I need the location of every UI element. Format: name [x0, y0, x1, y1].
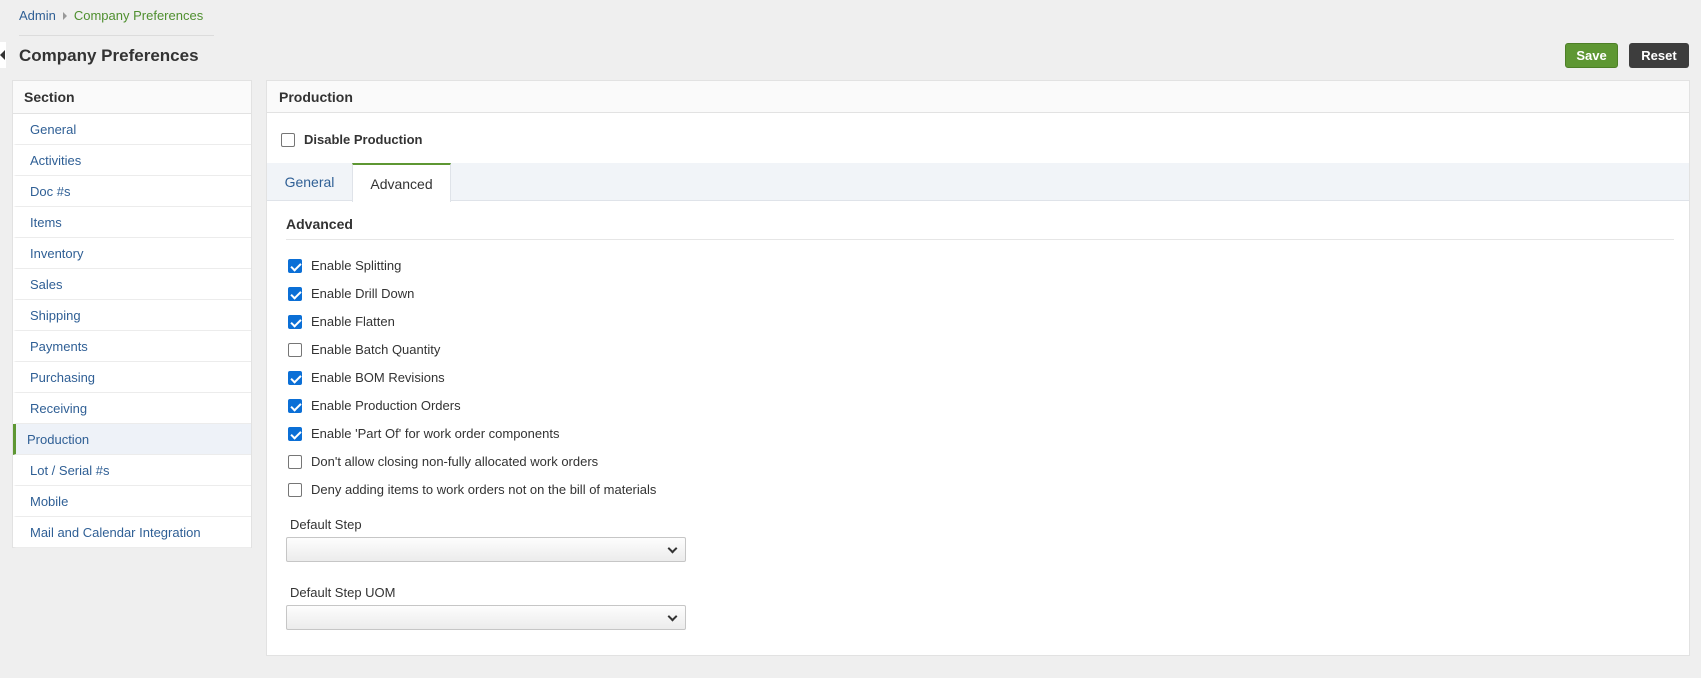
sidebar-item-mail-calendar[interactable]: Mail and Calendar Integration	[13, 517, 251, 548]
disable-production-label: Disable Production	[304, 132, 423, 147]
option-row: Enable Drill Down	[288, 286, 414, 301]
tab-bar: General Advanced	[267, 163, 1689, 202]
sidebar-item-sales[interactable]: Sales	[13, 269, 251, 300]
enable-production-orders-checkbox[interactable]	[288, 398, 302, 413]
breadcrumb-current: Company Preferences	[73, 8, 204, 23]
option-label: Enable Batch Quantity	[311, 342, 441, 357]
disallow-closing-unallocated-checkbox[interactable]	[288, 454, 302, 469]
enable-flatten-checkbox[interactable]	[288, 314, 302, 329]
option-row: Enable Batch Quantity	[288, 342, 440, 357]
section-sidebar: Section General Activities Doc #s Items …	[12, 80, 252, 548]
option-row: Enable Flatten	[288, 314, 395, 329]
option-label: Enable Splitting	[311, 258, 402, 273]
breadcrumb-admin-link[interactable]: Admin	[19, 8, 56, 23]
default-step-label: Default Step	[290, 517, 362, 532]
sidebar-item-shipping[interactable]: Shipping	[13, 300, 251, 331]
sidebar-item-activities[interactable]: Activities	[13, 145, 251, 176]
production-panel: Production Disable Production General Ad…	[266, 80, 1690, 656]
option-label: Enable Production Orders	[311, 398, 461, 413]
option-label: Enable 'Part Of' for work order componen…	[311, 426, 560, 441]
page-title: Company Preferences	[19, 46, 199, 65]
option-row: Deny adding items to work orders not on …	[288, 482, 656, 497]
sidebar-item-receiving[interactable]: Receiving	[13, 393, 251, 424]
reset-button[interactable]: Reset	[1629, 43, 1689, 68]
advanced-section-title: Advanced	[286, 216, 353, 232]
breadcrumb-separator-icon	[62, 11, 67, 20]
enable-batch-quantity-checkbox[interactable]	[288, 342, 302, 357]
chevron-left-icon	[0, 50, 5, 60]
disable-production-row: Disable Production	[281, 132, 422, 147]
tab-general[interactable]: General	[267, 163, 352, 201]
option-label: Deny adding items to work orders not on …	[311, 482, 657, 497]
option-label: Enable Flatten	[311, 314, 395, 329]
enable-bom-revisions-checkbox[interactable]	[288, 370, 302, 385]
default-step-select[interactable]	[286, 537, 686, 562]
tab-advanced[interactable]: Advanced	[352, 163, 451, 202]
sidebar-item-production[interactable]: Production	[13, 424, 251, 455]
sidebar-item-payments[interactable]: Payments	[13, 331, 251, 362]
chevron-down-icon	[667, 611, 678, 622]
default-step-uom-label: Default Step UOM	[290, 585, 396, 600]
sidebar-item-general[interactable]: General	[13, 114, 251, 145]
sidebar-item-purchasing[interactable]: Purchasing	[13, 362, 251, 393]
option-row: Enable 'Part Of' for work order componen…	[288, 426, 559, 441]
option-label: Don't allow closing non-fully allocated …	[311, 454, 599, 469]
option-row: Enable BOM Revisions	[288, 370, 445, 385]
sidebar-item-items[interactable]: Items	[13, 207, 251, 238]
option-label: Enable Drill Down	[311, 286, 415, 301]
panel-title: Production	[267, 81, 1689, 113]
option-row: Enable Splitting	[288, 258, 401, 273]
enable-drill-down-checkbox[interactable]	[288, 286, 302, 301]
default-step-uom-select[interactable]	[286, 605, 686, 630]
enable-splitting-checkbox[interactable]	[288, 258, 302, 273]
deny-adding-items-checkbox[interactable]	[288, 482, 302, 497]
breadcrumb: Admin Company Preferences	[19, 8, 203, 23]
option-label: Enable BOM Revisions	[311, 370, 445, 385]
sidebar-item-inventory[interactable]: Inventory	[13, 238, 251, 269]
breadcrumb-divider	[19, 35, 214, 36]
collapse-sidebar-toggle[interactable]	[0, 42, 6, 68]
section-header: Section	[13, 81, 251, 114]
save-button[interactable]: Save	[1565, 43, 1618, 68]
chevron-down-icon	[667, 543, 678, 554]
sidebar-item-lot-serial[interactable]: Lot / Serial #s	[13, 455, 251, 486]
enable-part-of-checkbox[interactable]	[288, 426, 302, 441]
advanced-divider	[286, 239, 1674, 240]
sidebar-item-mobile[interactable]: Mobile	[13, 486, 251, 517]
option-row: Enable Production Orders	[288, 398, 461, 413]
sidebar-item-doc-numbers[interactable]: Doc #s	[13, 176, 251, 207]
option-row: Don't allow closing non-fully allocated …	[288, 454, 598, 469]
disable-production-checkbox[interactable]	[281, 132, 295, 147]
